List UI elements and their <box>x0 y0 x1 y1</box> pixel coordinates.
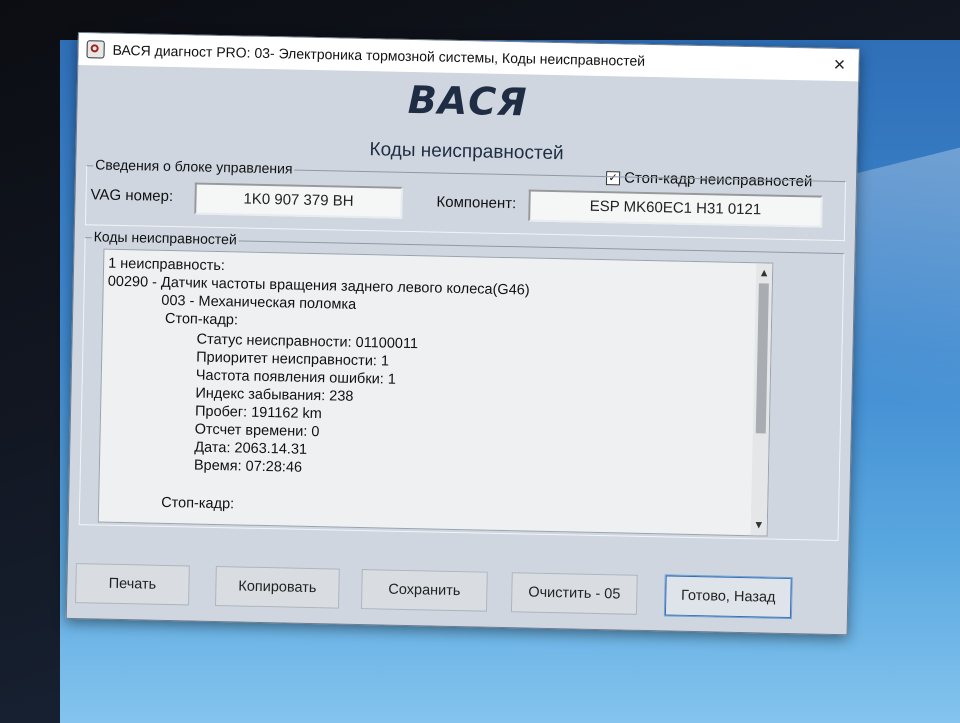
scroll-down-icon[interactable]: ▼ <box>751 517 767 533</box>
scroll-up-icon[interactable]: ▲ <box>756 265 772 281</box>
date-line: Дата: 2063.14.31 <box>194 439 308 458</box>
scroll-thumb[interactable] <box>755 283 769 434</box>
mileage-line: Пробег: 191162 km <box>194 403 322 423</box>
fault-priority-line: Приоритет неисправности: 1 <box>196 349 390 370</box>
vag-number-field[interactable]: 1K0 907 379 BH <box>194 182 403 219</box>
clear-button[interactable]: Очистить - 05 <box>510 572 638 615</box>
vag-number-label: VAG номер: <box>90 186 174 206</box>
fault-count-line: 1 неисправность: <box>107 255 226 275</box>
vertical-scrollbar[interactable]: ▲ ▼ <box>750 263 773 536</box>
component-label: Компонент: <box>436 193 517 213</box>
app-logo: ВАСЯ <box>407 77 528 125</box>
done-back-button[interactable]: Готово, Назад <box>663 574 793 620</box>
fault-codes-window: ВАСЯ диагност PRO: 03- Электроника тормо… <box>65 32 860 636</box>
fault-frequency-line: Частота появления ошибки: 1 <box>195 367 397 388</box>
fault-status-line: Статус неисправности: 01100011 <box>196 331 419 353</box>
fault-type-line: 003 - Механическая поломка <box>161 292 357 313</box>
freeze-frame-heading: Стоп-кадр: <box>164 310 239 329</box>
time-indicator-line: Отсчет времени: 0 <box>194 421 320 441</box>
copy-button[interactable]: Копировать <box>215 566 340 609</box>
close-button[interactable]: × <box>826 53 852 78</box>
time-line: Время: 07:28:46 <box>193 457 303 476</box>
fault-codes-text[interactable]: 1 неисправность: 00290 - Датчик частоты … <box>97 248 774 537</box>
print-button[interactable]: Печать <box>75 563 190 606</box>
fault-codes-title: Коды неисправностей <box>91 228 239 248</box>
save-button[interactable]: Сохранить <box>360 569 488 612</box>
ecu-info-title: Сведения о блоке управления <box>93 156 295 177</box>
window-content: ВАСЯ Коды неисправностей ✓ Стоп-кадр неи… <box>67 65 858 634</box>
app-icon <box>86 40 105 59</box>
component-field[interactable]: ESP MK60EC1 H31 0121 <box>528 189 823 228</box>
window-title: ВАСЯ диагност PRO: 03- Электроника тормо… <box>112 41 646 69</box>
fault-codes-group: Коды неисправностей 1 неисправность: 002… <box>78 228 845 542</box>
reset-index-line: Индекс забывания: 238 <box>195 385 354 405</box>
freeze-frame-heading-2: Стоп-кадр: <box>160 494 235 513</box>
